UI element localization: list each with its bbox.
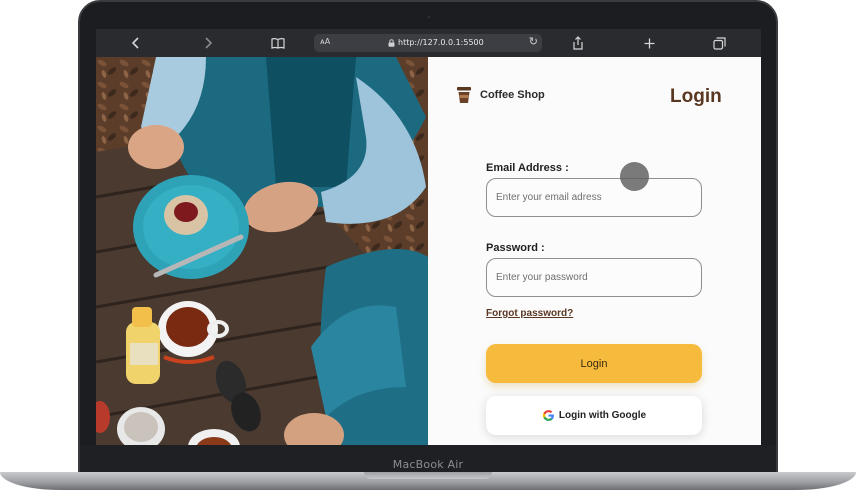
google-icon [542,410,554,421]
device-label: MacBook Air [392,458,464,471]
back-icon[interactable] [126,33,146,53]
google-login-label: Login with Google [558,410,647,421]
laptop-base-notch [364,472,492,479]
reader-icon[interactable] [268,33,288,53]
login-panel: Coffee Shop Login Email Address : Passwo… [428,57,761,445]
tabs-icon[interactable] [709,33,729,53]
forgot-password-link[interactable]: Forgot password? [486,308,573,319]
email-label: Email Address : [486,162,569,174]
google-login-button[interactable]: Login with Google [486,396,702,435]
text-size-button[interactable]: ᴀA [320,37,330,46]
login-button[interactable]: Login [486,344,702,383]
password-label: Password : [486,242,545,254]
reload-icon[interactable]: ↻ [529,35,538,48]
touch-cursor [620,162,649,191]
address-bar[interactable]: ᴀA http://127.0.0.1:5500 ↻ [314,34,542,52]
lock-icon [388,39,395,47]
email-field[interactable] [486,178,702,217]
share-icon[interactable] [568,33,588,53]
webcam [426,14,432,20]
page-title: Login [670,86,722,107]
new-tab-icon[interactable] [639,33,659,53]
browser-window: ᴀA http://127.0.0.1:5500 ↻ Coffee Shop L… [96,29,761,445]
brand[interactable]: Coffee Shop [456,86,545,104]
forward-icon[interactable] [198,33,218,53]
laptop-chin: MacBook Air [80,445,776,475]
coffee-cup-icon [457,87,471,103]
brand-name: Coffee Shop [480,89,545,101]
hero-photo [96,57,428,445]
browser-toolbar: ᴀA http://127.0.0.1:5500 ↻ [96,29,761,57]
password-field[interactable] [486,258,702,297]
url-text[interactable]: http://127.0.0.1:5500 [398,38,484,47]
